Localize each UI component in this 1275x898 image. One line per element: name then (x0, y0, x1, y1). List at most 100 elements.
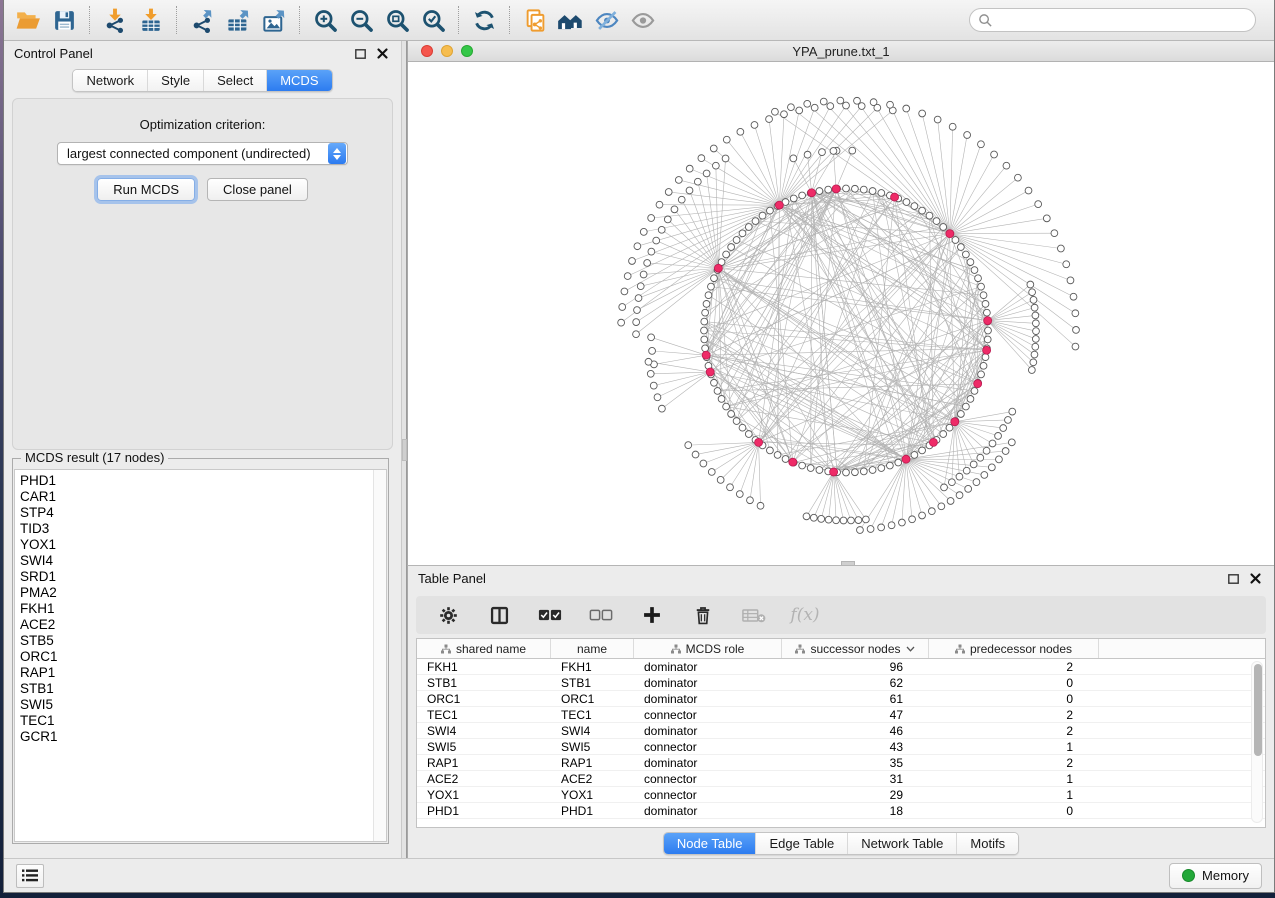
close-panel-button[interactable] (373, 46, 391, 62)
list-item[interactable]: STB1 (20, 681, 386, 697)
search-box[interactable] (969, 8, 1256, 32)
import-table-button[interactable] (133, 3, 169, 37)
network-canvas[interactable] (408, 62, 1274, 565)
table-row[interactable]: STB1STB1dominator620 (417, 675, 1265, 691)
export-table-button[interactable] (220, 3, 256, 37)
list-item[interactable]: GCR1 (20, 729, 386, 745)
table-scrollbar-thumb[interactable] (1254, 664, 1262, 756)
toolbar-separator (89, 6, 90, 34)
column-header-MCDS-role[interactable]: MCDS role (634, 639, 782, 658)
table-row[interactable]: TEC1TEC1connector472 (417, 707, 1265, 723)
table-row[interactable]: ORC1ORC1dominator610 (417, 691, 1265, 707)
table-row[interactable]: FKH1FKH1dominator962 (417, 659, 1265, 675)
list-item[interactable]: STB5 (20, 633, 386, 649)
list-item[interactable]: TID3 (20, 521, 386, 537)
zoom-out-button[interactable] (343, 3, 379, 37)
list-item[interactable]: TEC1 (20, 713, 386, 729)
network-window-titlebar[interactable]: YPA_prune.txt_1 (408, 41, 1274, 62)
column-header-name[interactable]: name (551, 639, 634, 658)
delete-column-button[interactable] (691, 603, 715, 627)
close-panel-action-button[interactable]: Close panel (207, 178, 308, 201)
tab-style[interactable]: Style (148, 70, 204, 91)
hide-selected-button[interactable] (589, 3, 625, 37)
mcds-result-list[interactable]: PHD1CAR1STP4TID3YOX1SWI4SRD1PMA2FKH1ACE2… (14, 469, 387, 842)
list-item[interactable]: FKH1 (20, 601, 386, 617)
save-icon (52, 8, 77, 33)
deselect-all-rows-button[interactable] (589, 603, 613, 627)
table-settings-button[interactable] (436, 603, 460, 627)
list-item[interactable]: PHD1 (20, 473, 386, 489)
export-image-icon (261, 7, 288, 34)
attribute-icon (955, 644, 965, 654)
float-table-panel-button[interactable] (1224, 571, 1242, 587)
split-table-button[interactable] (487, 603, 511, 627)
cell-shared-name: RAP1 (417, 756, 551, 770)
show-all-button[interactable] (625, 3, 661, 37)
zoom-in-button[interactable] (307, 3, 343, 37)
checked-boxes-icon (538, 608, 562, 622)
add-column-button[interactable] (640, 603, 664, 627)
duplicate-network-button[interactable] (517, 3, 553, 37)
list-item[interactable]: ACE2 (20, 617, 386, 633)
splitter-grip[interactable] (402, 439, 407, 461)
cell-MCDS-role: dominator (634, 724, 782, 738)
mcds-result-items: PHD1CAR1STP4TID3YOX1SWI4SRD1PMA2FKH1ACE2… (15, 470, 386, 745)
import-network-button[interactable] (97, 3, 133, 37)
function-builder-button[interactable]: f(x) (793, 603, 817, 627)
run-mcds-button[interactable]: Run MCDS (97, 178, 195, 201)
tab-network[interactable]: Network (73, 70, 148, 91)
table-row[interactable]: SWI4SWI4dominator462 (417, 723, 1265, 739)
memory-button[interactable]: Memory (1169, 863, 1262, 889)
cell-shared-name: PHD1 (417, 804, 551, 818)
list-item[interactable]: YOX1 (20, 537, 386, 553)
table-row[interactable]: YOX1YOX1connector291 (417, 787, 1265, 803)
tab-mcds[interactable]: MCDS (267, 70, 331, 91)
column-header-shared-name[interactable]: shared name (417, 639, 551, 658)
horizontal-splitter-grip[interactable] (841, 561, 855, 566)
table-row[interactable]: SWI5SWI5connector431 (417, 739, 1265, 755)
float-panel-button[interactable] (351, 46, 369, 62)
export-network-button[interactable] (184, 3, 220, 37)
tab-edge-table[interactable]: Edge Table (756, 833, 848, 854)
list-item[interactable]: PMA2 (20, 585, 386, 601)
column-header-successor-nodes[interactable]: successor nodes (782, 639, 929, 658)
tab-network-table[interactable]: Network Table (848, 833, 957, 854)
application-window: Control Panel NetworkStyleSelectMCDS Opt… (3, 0, 1275, 893)
vertical-splitter[interactable] (401, 41, 407, 858)
apply-layout-button[interactable] (466, 3, 502, 37)
save-session-button[interactable] (46, 3, 82, 37)
table-row[interactable]: RAP1RAP1dominator352 (417, 755, 1265, 771)
delete-table-button[interactable] (742, 603, 766, 627)
table-scrollbar[interactable] (1251, 661, 1263, 823)
list-item[interactable]: SRD1 (20, 569, 386, 585)
zoom-selected-button[interactable] (415, 3, 451, 37)
cell-shared-name: SWI5 (417, 740, 551, 754)
list-item[interactable]: RAP1 (20, 665, 386, 681)
float-window-icon (1228, 574, 1239, 584)
cell-MCDS-role: connector (634, 788, 782, 802)
list-item[interactable]: SWI5 (20, 697, 386, 713)
tab-select[interactable]: Select (204, 70, 267, 91)
cell-name: SWI5 (551, 740, 634, 754)
show-panels-button[interactable] (16, 864, 44, 888)
column-header-predecessor-nodes[interactable]: predecessor nodes (929, 639, 1099, 658)
list-item[interactable]: STP4 (20, 505, 386, 521)
list-item[interactable]: CAR1 (20, 489, 386, 505)
first-neighbors-button[interactable] (553, 3, 589, 37)
export-image-button[interactable] (256, 3, 292, 37)
list-item[interactable]: SWI4 (20, 553, 386, 569)
close-table-panel-button[interactable] (1246, 571, 1264, 587)
open-file-button[interactable] (10, 3, 46, 37)
zoom-fit-button[interactable] (379, 3, 415, 37)
tab-node-table[interactable]: Node Table (664, 833, 757, 854)
table-row[interactable]: ACE2ACE2connector311 (417, 771, 1265, 787)
select-all-rows-button[interactable] (538, 603, 562, 627)
list-item[interactable]: ORC1 (20, 649, 386, 665)
criterion-dropdown[interactable]: largest connected component (undirected) (57, 142, 348, 165)
result-list-scrollbar[interactable] (373, 470, 386, 841)
search-input[interactable] (993, 13, 1247, 28)
attribute-icon (795, 644, 805, 654)
tab-motifs[interactable]: Motifs (957, 833, 1018, 854)
table-row[interactable]: PHD1PHD1dominator180 (417, 803, 1265, 819)
search-icon (978, 13, 993, 28)
